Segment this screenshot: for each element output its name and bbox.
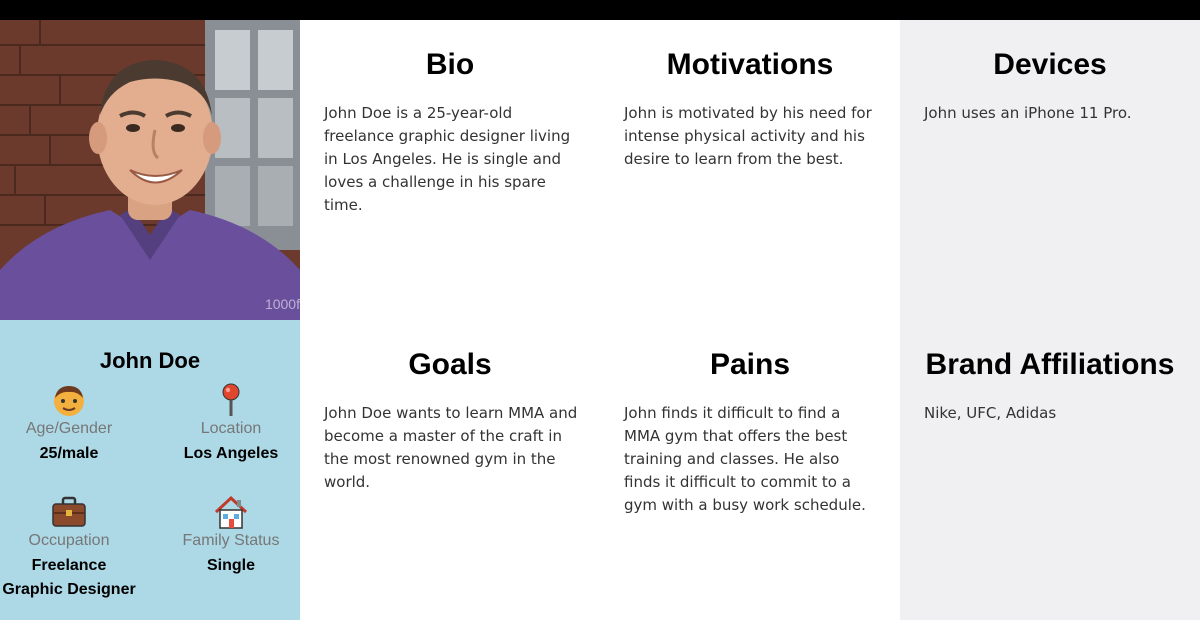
brand-affiliations-card: Brand Affiliations Nike, UFC, Adidas (900, 320, 1200, 620)
card-title: Motivations (666, 48, 834, 81)
attribute-value: Freelance Graphic Designer (2, 557, 136, 598)
briefcase-icon (52, 496, 86, 527)
bio-card: Bio John Doe is a 25-year-old freelance … (300, 20, 600, 320)
card-text: John is motivated by his need for intens… (624, 104, 872, 168)
attribute-value: Los Angeles (183, 445, 279, 462)
persona-name: John Doe (99, 348, 201, 373)
profile-photo-image (0, 20, 300, 320)
attribute-family-status: Family Status Single (162, 494, 300, 578)
card-title: Devices (993, 48, 1107, 81)
pains-card: Pains John finds it difficult to find a … (600, 320, 900, 620)
house-icon (214, 495, 248, 529)
card-text: Nike, UFC, Adidas (924, 404, 1057, 422)
card-title: Bio (425, 48, 475, 81)
top-bar (0, 0, 1200, 20)
card-title: Goals (408, 348, 492, 381)
card-text: John Doe wants to learn MMA and become a… (324, 404, 578, 491)
attribute-occupation: Occupation Freelance Graphic Designer (0, 494, 138, 602)
attribute-value: 25/male (39, 445, 99, 462)
devices-card: Devices John uses an iPhone 11 Pro. (900, 20, 1200, 320)
attribute-label: Age/Gender (25, 420, 113, 437)
card-title: Brand Affiliations (925, 348, 1175, 381)
card-text: John uses an iPhone 11 Pro. (924, 104, 1132, 122)
card-title: Pains (709, 348, 791, 381)
attribute-label: Location (200, 420, 262, 437)
photo-watermark: 1000f (264, 296, 300, 312)
attribute-age-gender: Age/Gender 25/male (0, 382, 138, 466)
card-text: John Doe is a 25-year-old freelance grap… (324, 104, 571, 214)
profile-photo: 1000f (0, 20, 300, 320)
goals-card: Goals John Doe wants to learn MMA and be… (300, 320, 600, 620)
profile-card: John Doe Age/Gender 25/male Location Los… (0, 320, 300, 620)
card-text: John finds it difficult to find a MMA gy… (624, 404, 866, 514)
face-icon (54, 386, 84, 416)
attribute-location: Location Los Angeles (162, 382, 300, 466)
attribute-label: Occupation (28, 532, 110, 549)
attribute-value: Single (206, 557, 255, 574)
motivations-card: Motivations John is motivated by his nee… (600, 20, 900, 320)
attribute-label: Family Status (182, 532, 280, 549)
persona-grid: 1000f John Doe Age/Gender 25/male Locati… (0, 20, 1200, 620)
location-pin-icon (222, 383, 240, 416)
